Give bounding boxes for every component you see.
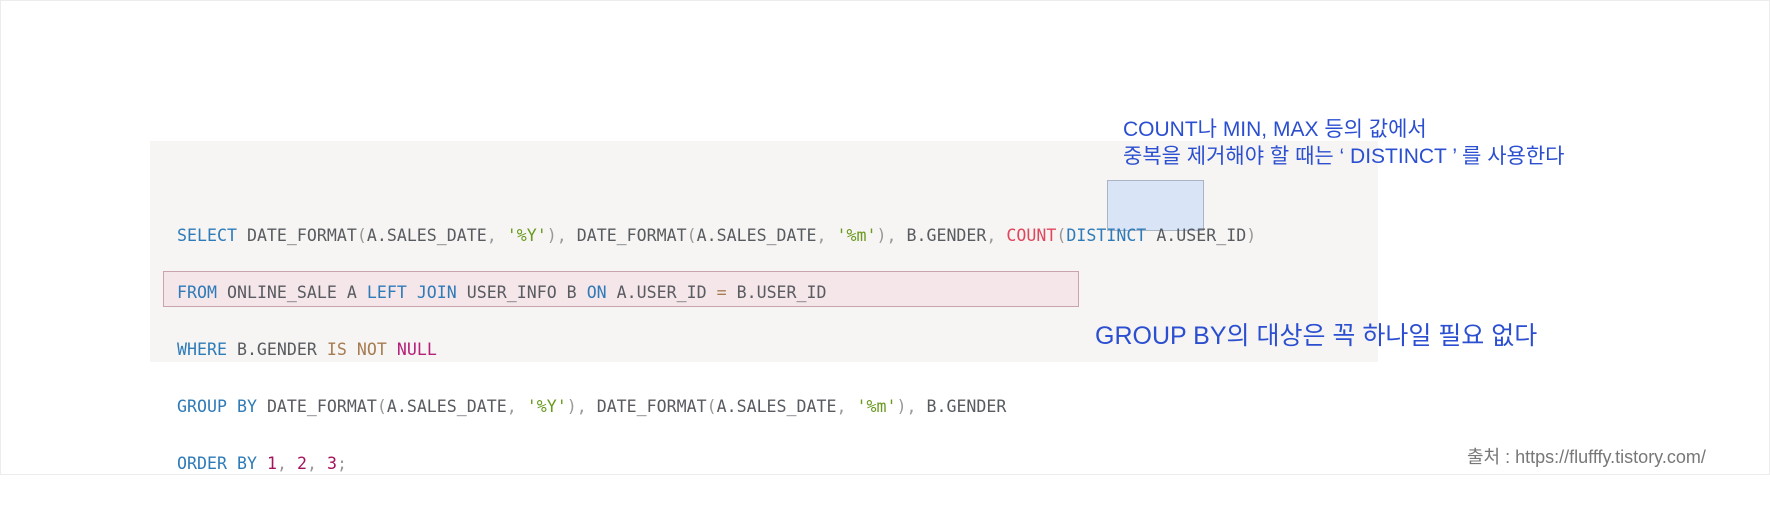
string-year: '%Y'	[526, 397, 567, 417]
paren: (	[686, 225, 697, 245]
column-gender: B.GENDER	[926, 397, 1007, 417]
function-count: COUNT	[1006, 225, 1057, 245]
paren: )	[566, 397, 577, 417]
code-line-group-by: GROUP BY DATE_FORMAT(A.SALES_DATE, '%Y')…	[177, 393, 1256, 422]
keyword-not: NOT	[356, 339, 387, 359]
comma: ,	[886, 225, 897, 245]
keyword-join: JOIN	[416, 282, 457, 302]
function-date-format: DATE_FORMAT	[246, 225, 357, 245]
paren: (	[356, 225, 367, 245]
keyword-distinct: DISTINCT	[1066, 225, 1147, 245]
paren: (	[376, 397, 387, 417]
function-date-format: DATE_FORMAT	[596, 397, 707, 417]
string-month: '%m'	[836, 225, 877, 245]
semicolon: ;	[336, 454, 347, 474]
column-gender: B.GENDER	[236, 339, 317, 359]
distinct-annotation-line-2: 중복을 제거해야 할 때는 ‘ DISTINCT ’ 를 사용한다	[1123, 145, 1565, 168]
comma: ,	[486, 225, 497, 245]
number-2: 2	[296, 454, 307, 474]
join-left-column: A.USER_ID	[616, 282, 707, 302]
paren: (	[706, 397, 717, 417]
code-line-from: FROM ONLINE_SALE A LEFT JOIN USER_INFO B…	[177, 279, 1256, 308]
keyword-null: NULL	[396, 339, 437, 359]
function-date-format: DATE_FORMAT	[266, 397, 377, 417]
comma: ,	[576, 397, 587, 417]
paren: )	[876, 225, 887, 245]
paren: (	[1056, 225, 1067, 245]
argument: A.SALES_DATE	[366, 225, 487, 245]
code-line-select: SELECT DATE_FORMAT(A.SALES_DATE, '%Y'), …	[177, 222, 1256, 251]
comma: ,	[836, 397, 847, 417]
distinct-annotation: COUNT나 MIN, MAX 등의 값에서 중복을 제거해야 할 때는 ‘ D…	[1123, 116, 1564, 170]
table-user-info: USER_INFO B	[466, 282, 577, 302]
argument: A.SALES_DATE	[696, 225, 817, 245]
join-right-column: B.USER_ID	[736, 282, 827, 302]
comma: ,	[906, 397, 917, 417]
column-gender: B.GENDER	[906, 225, 987, 245]
comma: ,	[816, 225, 827, 245]
keyword-order: ORDER	[177, 454, 227, 474]
string-month: '%m'	[856, 397, 897, 417]
comma: ,	[306, 454, 317, 474]
keyword-left: LEFT	[366, 282, 407, 302]
string-year: '%Y'	[506, 225, 547, 245]
paren: )	[1246, 225, 1257, 245]
argument: A.SALES_DATE	[386, 397, 507, 417]
keyword-is: IS	[326, 339, 347, 359]
keyword-select: SELECT	[177, 225, 237, 245]
keyword-by: BY	[236, 397, 257, 417]
table-online-sale: ONLINE_SALE A	[226, 282, 357, 302]
source-credit: 출처 : https://flufffy.tistory.com/	[1467, 447, 1706, 467]
keyword-group: GROUP	[177, 397, 227, 417]
comma: ,	[276, 454, 287, 474]
keyword-from: FROM	[177, 282, 217, 302]
paren: )	[546, 225, 557, 245]
keyword-where: WHERE	[177, 339, 227, 359]
number-3: 3	[326, 454, 337, 474]
comma: ,	[506, 397, 517, 417]
comma: ,	[556, 225, 567, 245]
keyword-by: BY	[236, 454, 257, 474]
function-date-format: DATE_FORMAT	[576, 225, 687, 245]
paren: )	[896, 397, 907, 417]
operator-equals: =	[716, 282, 727, 302]
group-by-annotation: GROUP BY의 대상은 꼭 하나일 필요 없다	[1095, 322, 1538, 350]
keyword-on: ON	[586, 282, 607, 302]
comma: ,	[986, 225, 997, 245]
number-1: 1	[266, 454, 277, 474]
argument: A.USER_ID	[1156, 225, 1247, 245]
argument: A.SALES_DATE	[716, 397, 837, 417]
distinct-annotation-line-1: COUNT나 MIN, MAX 등의 값에서	[1123, 118, 1427, 141]
